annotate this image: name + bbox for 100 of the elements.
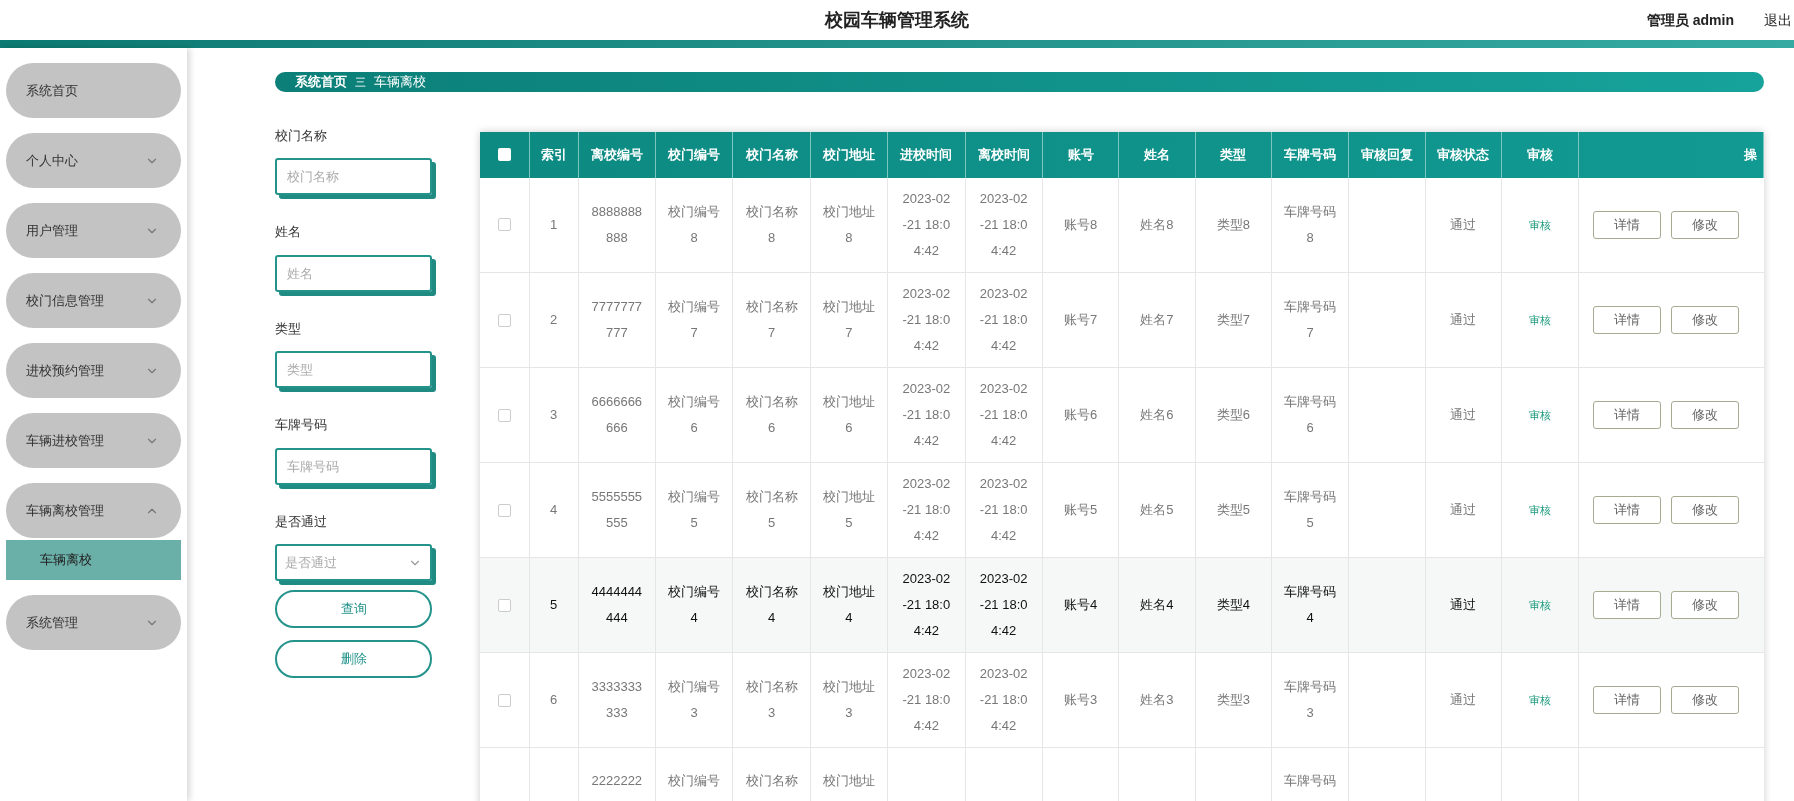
table-cell-text: 通过: [1450, 406, 1477, 424]
table-cell-text: 校门编号8: [667, 202, 722, 247]
table-row[interactable]: 5 4444444444 校门编号4 校门名称4 校门地址4 2023-02-21 18:04:42 2023-02-21 18:04:42 账号4 姓名4 类型4 车牌号码4 通过 审核 详情 修改: [480, 557, 1764, 653]
details-button[interactable]: 详情: [1592, 496, 1661, 524]
column-header: 离校编号: [590, 146, 643, 162]
table-cell-text: 7777777777: [591, 298, 643, 342]
row-checkbox[interactable]: [497, 598, 511, 612]
table-cell-text: 2023-02-21 18:04:42: [901, 665, 952, 735]
table-cell-text: 通过: [1450, 691, 1477, 709]
details-button[interactable]: 详情: [1592, 306, 1661, 334]
table-cell-text: 5555555555: [591, 488, 643, 532]
sidebar-item[interactable]: 进校预约管理: [6, 343, 181, 398]
table-cell-text: 2023-02-21 18:04:42: [978, 665, 1029, 735]
table-cell-text: 校门编号: [667, 772, 722, 790]
search-button[interactable]: 查询: [275, 590, 432, 628]
review-link[interactable]: 审核: [1528, 504, 1551, 517]
sidebar-item[interactable]: 系统管理: [6, 595, 181, 650]
select-all-checkbox[interactable]: [497, 148, 511, 161]
column-header: 校门名称: [745, 146, 798, 162]
edit-button[interactable]: 修改: [1670, 401, 1739, 429]
table-cell-text: 2: [550, 311, 558, 329]
table-cell-text: 2023-02-21 18:04:42: [901, 475, 952, 545]
sidebar-item[interactable]: 车辆离校管理: [6, 483, 181, 538]
table-cell-text: 2023-02-21 18:04:42: [901, 189, 952, 260]
table-cell-text: 校门编号4: [667, 583, 722, 627]
row-checkbox[interactable]: [497, 408, 511, 422]
sidebar-subitem[interactable]: 车辆离校: [6, 540, 181, 580]
table-cell-text: 姓名8: [1140, 215, 1174, 234]
column-header: 审核: [1526, 146, 1553, 162]
edit-button[interactable]: 修改: [1670, 210, 1739, 239]
row-checkbox[interactable]: [497, 313, 511, 327]
table-cell-text: 姓名4: [1140, 596, 1174, 614]
column-header: 账号: [1067, 146, 1094, 162]
column-header: 操: [1743, 145, 1758, 164]
table-cell-text: 类型3: [1216, 691, 1250, 709]
sidebar-item[interactable]: 车辆进校管理: [6, 413, 181, 468]
edit-button[interactable]: 修改: [1670, 686, 1739, 714]
breadcrumb-separator: 三: [355, 74, 366, 90]
column-header: 校门编号: [668, 146, 721, 162]
table-cell-text: 类型5: [1216, 501, 1250, 519]
table-cell-text: 类型7: [1216, 311, 1250, 329]
table-cell-text: 2023-02-21 18:04:42: [978, 285, 1029, 355]
row-checkbox[interactable]: [497, 218, 511, 232]
table-cell-text: 2023-02-21 18:04:42: [978, 475, 1029, 545]
filter-label: 姓名: [275, 223, 302, 241]
edit-button[interactable]: 修改: [1670, 591, 1739, 619]
details-button[interactable]: 详情: [1592, 591, 1661, 619]
column-header: 姓名: [1143, 146, 1170, 162]
table-cell-text: 账号4: [1063, 596, 1098, 614]
table-row[interactable]: 1 8888888888 校门编号8 校门名称8 校门地址8 2023-02-21 18:04:42 2023-02-21 18:04:42 账号8 姓名8 类型8 车牌号码8 通过 审核 详情 修改: [480, 177, 1764, 273]
table-cell-text: 6666666666: [591, 393, 643, 437]
sidebar-item[interactable]: 用户管理: [6, 203, 181, 258]
table-cell-text: 车牌号码3: [1283, 678, 1338, 722]
table-cell-text: 车牌号码5: [1283, 488, 1338, 532]
table-row[interactable]: 4 5555555555 校门编号5 校门名称5 校门地址5 2023-02-21 18:04:42 2023-02-21 18:04:42 账号5 姓名5 类型5 车牌号码5 通过 审核 详情 修改: [480, 462, 1764, 558]
table-cell-text: 类型8: [1216, 215, 1250, 234]
user-label: 管理员 admin: [1646, 10, 1734, 30]
review-link[interactable]: 审核: [1528, 599, 1551, 612]
table-cell-text: 账号3: [1063, 691, 1098, 709]
column-header: 校门地址: [823, 146, 875, 162]
logout-link[interactable]: 退出: [1764, 9, 1794, 31]
column-header: 离校时间: [977, 146, 1030, 162]
table-cell-text: 2023-02-21 18:04:42: [978, 570, 1029, 640]
details-button[interactable]: 详情: [1592, 686, 1661, 714]
table-cell-text: 姓名3: [1140, 691, 1174, 709]
table-cell-text: 通过: [1450, 596, 1477, 614]
column-header: 类型: [1220, 146, 1247, 162]
table-cell-text: 姓名6: [1140, 406, 1174, 424]
row-checkbox[interactable]: [497, 693, 511, 707]
sidebar-item[interactable]: 校门信息管理: [6, 273, 181, 328]
sidebar-item[interactable]: 个人中心: [6, 133, 181, 188]
sidebar-item[interactable]: 系统首页: [6, 63, 181, 118]
table-cell-text: 账号8: [1063, 215, 1098, 234]
review-link[interactable]: 审核: [1528, 694, 1551, 707]
breadcrumb-link[interactable]: 系统首页: [295, 72, 347, 92]
delete-button[interactable]: 删除: [275, 640, 432, 678]
table-cell-text: 校门名称4: [744, 583, 799, 627]
table-cell-text: 校门名称8: [744, 202, 799, 247]
table-row[interactable]: 3 6666666666 校门编号6 校门名称6 校门地址6 2023-02-21 18:04:42 2023-02-21 18:04:42 账号6 姓名6 类型6 车牌号码6 通过 审核 详情 修改: [480, 367, 1764, 463]
table-cell-text: 8888888888: [591, 202, 643, 247]
table-cell-text: 校门名称: [744, 772, 799, 790]
table-cell-text: 校门编号7: [667, 298, 722, 342]
table-cell-text: 校门地址4: [822, 583, 876, 627]
table-cell-text: 5: [550, 596, 558, 614]
table-cell-text: 类型4: [1216, 596, 1250, 614]
review-link[interactable]: 审核: [1528, 409, 1551, 422]
review-link[interactable]: 审核: [1528, 314, 1551, 327]
details-button[interactable]: 详情: [1592, 210, 1661, 239]
details-button[interactable]: 详情: [1592, 401, 1661, 429]
table-cell-text: 3: [550, 406, 558, 424]
table-row[interactable]: 2222222 校门编号 校门名称 校门地址 车牌号码: [480, 747, 1764, 801]
table-row[interactable]: 2 7777777777 校门编号7 校门名称7 校门地址7 2023-02-21 18:04:42 2023-02-21 18:04:42 账号7 姓名7 类型7 车牌号码7 通过 审核 详情 修改: [480, 272, 1764, 368]
edit-button[interactable]: 修改: [1670, 496, 1739, 524]
table-row[interactable]: 6 3333333333 校门编号3 校门名称3 校门地址3 2023-02-21 18:04:42 2023-02-21 18:04:42 账号3 姓名3 类型3 车牌号码3 通过 审核 详情 修改: [480, 652, 1764, 748]
table-cell-text: 4444444444: [591, 583, 643, 627]
table-cell-text: 校门编号6: [667, 393, 722, 437]
edit-button[interactable]: 修改: [1670, 306, 1739, 334]
column-header: 进校时间: [900, 146, 953, 162]
review-link[interactable]: 审核: [1528, 219, 1551, 231]
row-checkbox[interactable]: [497, 503, 511, 517]
